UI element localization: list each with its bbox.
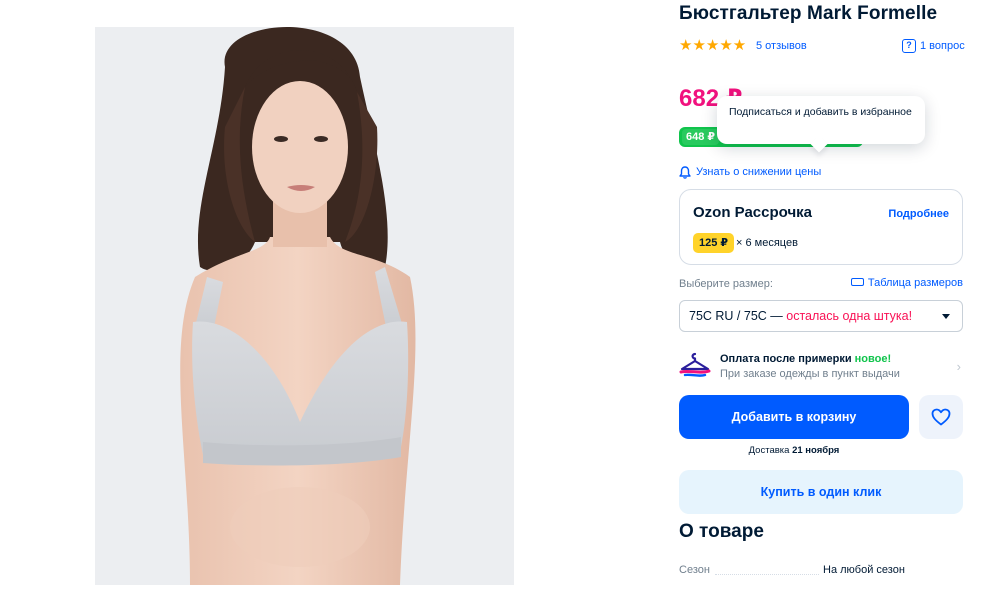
installment-amount-badge: 125 ₽: [693, 233, 735, 253]
pay-after-tryon-banner[interactable]: Оплата после примерки новое! При заказе …: [679, 346, 963, 386]
buy-one-click-button[interactable]: Купить в один клик: [679, 470, 963, 514]
product-photo-illustration: [95, 27, 514, 585]
size-select[interactable]: 75C RU / 75C — осталась одна штука!: [679, 300, 963, 332]
tryon-title: Оплата после примерки новое!: [720, 353, 891, 365]
size-value-text: 75C RU / 75C —: [689, 309, 787, 323]
delivery-info: Доставка 21 ноября: [679, 445, 909, 456]
about-product-heading: О товаре: [679, 521, 764, 542]
chevron-down-icon: [942, 314, 950, 319]
delivery-date: 21 ноября: [792, 445, 840, 456]
heart-icon: [931, 408, 951, 426]
size-table-link[interactable]: Таблица размеров: [850, 277, 963, 289]
questions-link[interactable]: 1 вопрос: [920, 40, 965, 52]
size-label: Выберите размер:: [679, 278, 773, 290]
product-title: Бюстгальтер Mark Formelle: [679, 3, 938, 24]
installment-term: × 6 месяцев: [736, 237, 798, 249]
rating-row: ★★★★★ 5 отзывов ? 1 вопрос: [679, 38, 965, 56]
size-table-label: Таблица размеров: [867, 277, 963, 289]
spec-value: На любой сезон: [823, 564, 905, 576]
tryon-subtitle: При заказе одежды в пункт выдачи: [720, 368, 900, 380]
installment-more-link[interactable]: Подробнее: [888, 208, 949, 220]
bell-icon: [679, 166, 691, 179]
chevron-right-icon: ›: [956, 359, 961, 374]
ruler-icon: [850, 278, 864, 287]
rating-stars[interactable]: ★★★★★: [679, 38, 746, 54]
product-image[interactable]: [95, 27, 514, 585]
reviews-link[interactable]: 5 отзывов: [756, 40, 807, 52]
installment-title: Ozon Рассрочка: [693, 204, 813, 221]
price-drop-alert-label: Узнать о снижении цены: [696, 166, 822, 178]
spec-row: Сезон На любой сезон: [679, 563, 963, 579]
size-selected-value: 75C RU / 75C — осталась одна штука!: [689, 309, 912, 323]
size-stock-warning: осталась одна штука!: [786, 309, 913, 323]
spec-key: Сезон: [679, 564, 710, 576]
ozon-card-price: 648 ₽: [682, 129, 720, 145]
tryon-new-badge: новое!: [854, 353, 892, 365]
spec-divider: [715, 574, 819, 575]
delivery-prefix: Доставка: [748, 445, 793, 456]
favorite-button[interactable]: [919, 395, 963, 439]
hanger-icon: [679, 352, 711, 377]
star-icon: ★★★★★: [679, 37, 747, 54]
tryon-title-text: Оплата после примерки: [720, 353, 855, 365]
installment-card[interactable]: Ozon Рассрочка Подробнее 125 ₽ × 6 месяц…: [679, 189, 963, 265]
add-to-cart-button[interactable]: Добавить в корзину: [679, 395, 909, 439]
question-icon[interactable]: ?: [902, 39, 916, 53]
subscribe-tooltip: Подписаться и добавить в избранное: [717, 96, 925, 144]
